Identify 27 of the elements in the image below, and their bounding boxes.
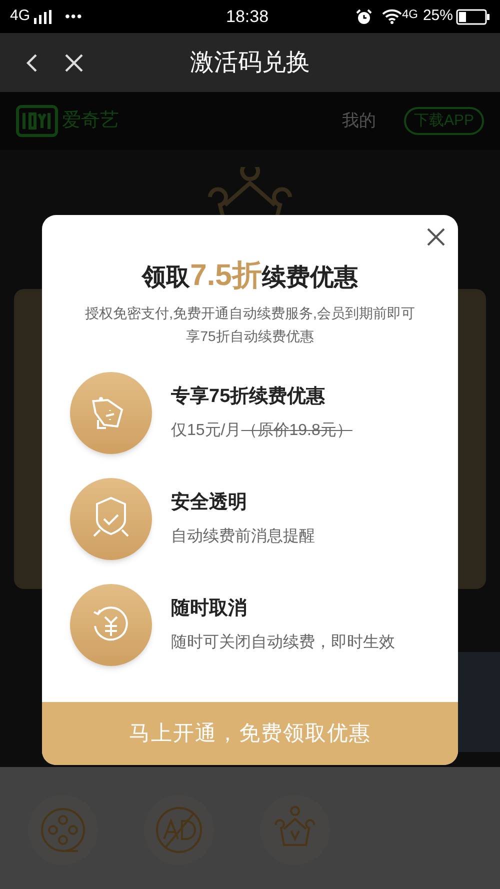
popup-subtitle: 授权免密支付,免费开通自动续费服务,会员到期前即可享75折自动续费优惠 xyxy=(84,304,416,346)
alarm-icon xyxy=(356,8,372,24)
more-dots: ••• xyxy=(65,7,83,26)
feature-text: 仅15元/月 xyxy=(171,421,242,442)
activate-button[interactable]: 马上开通，免费领取优惠 xyxy=(42,702,458,765)
download-app-button[interactable]: 下载APP xyxy=(404,106,484,136)
wifi-icon xyxy=(382,9,402,24)
feature-text: 随时可关闭自动续费，即时生效 xyxy=(171,632,395,654)
network-label: 4G xyxy=(402,6,418,22)
back-icon xyxy=(26,52,38,72)
battery-icon xyxy=(456,8,490,24)
brand-name: 爱奇艺 xyxy=(62,108,119,133)
feature-title: 随时取消 xyxy=(171,596,248,621)
close-icon xyxy=(64,52,84,72)
feature-title: 专享75折续费优惠 xyxy=(171,384,326,409)
feature-text: 自动续费前消息提醒 xyxy=(171,526,315,548)
mine-link[interactable]: 我的 xyxy=(342,108,376,134)
network-label: 4G xyxy=(10,6,30,26)
page-title: 激活码兑换 xyxy=(189,48,311,78)
signal-icon xyxy=(33,10,54,24)
clock-time: 18:38 xyxy=(226,6,269,28)
original-price: （原价19.8元） xyxy=(241,421,352,442)
close-icon xyxy=(426,227,446,247)
popup-title: 领取7.5折续费优惠 xyxy=(142,258,358,294)
feature-title: 安全透明 xyxy=(171,490,248,515)
battery-percent: 25% xyxy=(422,6,453,26)
logo-icon xyxy=(16,105,58,137)
